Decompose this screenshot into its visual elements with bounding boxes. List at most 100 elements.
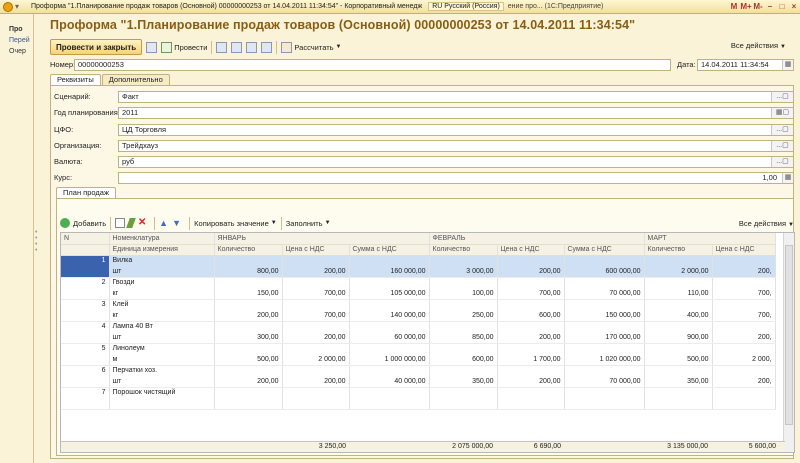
col-month-jan[interactable]: ЯНВАРЬ [214, 233, 430, 245]
col-qty[interactable]: Количество [644, 244, 713, 256]
value-cell[interactable]: 150,00 [214, 288, 283, 300]
chevron-down-icon[interactable]: ▼ [325, 220, 331, 226]
empty-cell[interactable] [282, 343, 350, 354]
empty-cell[interactable] [349, 299, 430, 310]
empty-cell[interactable] [282, 365, 350, 376]
value-cell[interactable]: 700, [712, 288, 776, 300]
value-cell[interactable]: 350,00 [644, 376, 713, 388]
empty-cell[interactable] [214, 321, 283, 332]
empty-cell[interactable] [282, 299, 350, 310]
unit-cell[interactable]: шт [109, 332, 215, 344]
value-cell[interactable] [429, 398, 498, 410]
table-row[interactable]: 2 Гвозди [61, 277, 776, 288]
value-cell[interactable] [349, 398, 430, 410]
value-cell[interactable]: 170 000,00 [564, 332, 645, 344]
value-cell[interactable] [644, 398, 713, 410]
col-price[interactable]: Цена с НДС [282, 244, 350, 256]
empty-cell[interactable] [564, 387, 645, 398]
value-cell[interactable]: 600,00 [497, 310, 565, 322]
empty-cell[interactable] [282, 321, 350, 332]
empty-cell[interactable] [644, 321, 713, 332]
table-row[interactable]: 5 Линолеум [61, 343, 776, 354]
taskbar-item[interactable]: ение про... (1С:Предприятие) [508, 3, 604, 10]
col-month-feb[interactable]: ФЕВРАЛЬ [429, 233, 645, 245]
memory-button[interactable]: M [728, 0, 740, 13]
empty-cell[interactable] [644, 343, 713, 354]
value-cell[interactable]: 200,00 [497, 376, 565, 388]
row-number-cell[interactable]: 1 [61, 255, 110, 266]
item-cell[interactable]: Вилка [109, 255, 215, 266]
value-cell[interactable]: 2 000,00 [282, 354, 350, 366]
copy-value-button[interactable]: Копировать значение [194, 219, 269, 228]
value-cell[interactable]: 2 000, [712, 354, 776, 366]
empty-cell[interactable] [214, 365, 283, 376]
cfo-field[interactable]: ЦД Торговля ...▢ [118, 124, 794, 136]
value-cell[interactable]: 110,00 [644, 288, 713, 300]
move-up-icon[interactable]: ▲ [159, 218, 169, 228]
value-cell[interactable]: 200,00 [282, 376, 350, 388]
value-cell[interactable]: 700, [712, 310, 776, 322]
add-icon[interactable] [60, 218, 70, 228]
delete-icon[interactable]: ✕ [137, 218, 147, 228]
select-icon[interactable]: ...▢ [771, 125, 793, 135]
value-cell[interactable]: 350,00 [429, 376, 498, 388]
empty-cell[interactable] [349, 255, 430, 266]
value-cell[interactable]: 200,00 [282, 332, 350, 344]
row-number-cell[interactable]: 6 [61, 365, 110, 376]
empty-cell[interactable] [497, 255, 565, 266]
year-field[interactable]: 2011 ▦▢ [118, 107, 794, 119]
value-cell[interactable]: 300,00 [214, 332, 283, 344]
unit-cell[interactable] [109, 398, 215, 410]
col-n[interactable]: N [61, 233, 110, 245]
empty-cell[interactable] [61, 376, 110, 388]
value-cell[interactable] [564, 398, 645, 410]
unit-cell[interactable]: м [109, 354, 215, 366]
post-button[interactable]: Провести [174, 43, 207, 52]
value-cell[interactable]: 60 000,00 [349, 332, 430, 344]
empty-cell[interactable] [429, 321, 498, 332]
empty-cell[interactable] [349, 277, 430, 288]
table-row[interactable]: 1 Вилка [61, 255, 776, 266]
maximize-button[interactable]: □ [776, 0, 788, 13]
print-icon[interactable] [261, 41, 273, 53]
value-cell[interactable]: 1 700,00 [497, 354, 565, 366]
unit-cell[interactable]: кг [109, 288, 215, 300]
empty-cell[interactable] [712, 255, 776, 266]
post-icon[interactable] [161, 41, 173, 53]
tab-sales-plan[interactable]: План продаж [56, 187, 116, 198]
close-button[interactable]: × [788, 0, 800, 13]
item-cell[interactable]: Линолеум [109, 343, 215, 354]
unit-cell[interactable]: шт [109, 376, 215, 388]
value-cell[interactable]: 850,00 [429, 332, 498, 344]
select-icon[interactable]: ...▢ [771, 141, 793, 151]
empty-cell[interactable] [564, 255, 645, 266]
chevron-down-icon[interactable]: ▼ [271, 220, 277, 226]
value-cell[interactable]: 800,00 [214, 266, 283, 278]
empty-cell[interactable] [712, 277, 776, 288]
empty-cell[interactable] [564, 277, 645, 288]
value-cell[interactable]: 3 000,00 [429, 266, 498, 278]
empty-cell[interactable] [564, 343, 645, 354]
value-cell[interactable]: 600 000,00 [564, 266, 645, 278]
nav-link-go[interactable]: Перей [0, 37, 33, 44]
empty-cell[interactable] [644, 387, 713, 398]
value-cell[interactable]: 700,00 [497, 288, 565, 300]
col-price[interactable]: Цена с НДС [497, 244, 565, 256]
empty-cell[interactable] [429, 277, 498, 288]
table-row-sub[interactable]: кг 200,00 700,00 140 000,00 250,00 600,00 150 … [61, 310, 776, 322]
empty-cell[interactable] [282, 255, 350, 266]
value-cell[interactable]: 2 000,00 [644, 266, 713, 278]
item-cell[interactable]: Гвозди [109, 277, 215, 288]
col-qty[interactable]: Количество [429, 244, 498, 256]
value-cell[interactable]: 500,00 [214, 354, 283, 366]
table-row[interactable]: 3 Клей [61, 299, 776, 310]
col-qty[interactable]: Количество [214, 244, 283, 256]
table-row-sub[interactable]: кг 150,00 700,00 105 000,00 100,00 700,00 70 0… [61, 288, 776, 300]
value-cell[interactable]: 500,00 [644, 354, 713, 366]
language-indicator[interactable]: RU Русский (Россия) [428, 2, 504, 11]
empty-cell[interactable] [564, 365, 645, 376]
empty-cell[interactable] [61, 266, 110, 278]
value-cell[interactable]: 70 000,00 [564, 376, 645, 388]
memory-minus-button[interactable]: M- [752, 0, 764, 13]
value-cell[interactable]: 200,00 [214, 376, 283, 388]
